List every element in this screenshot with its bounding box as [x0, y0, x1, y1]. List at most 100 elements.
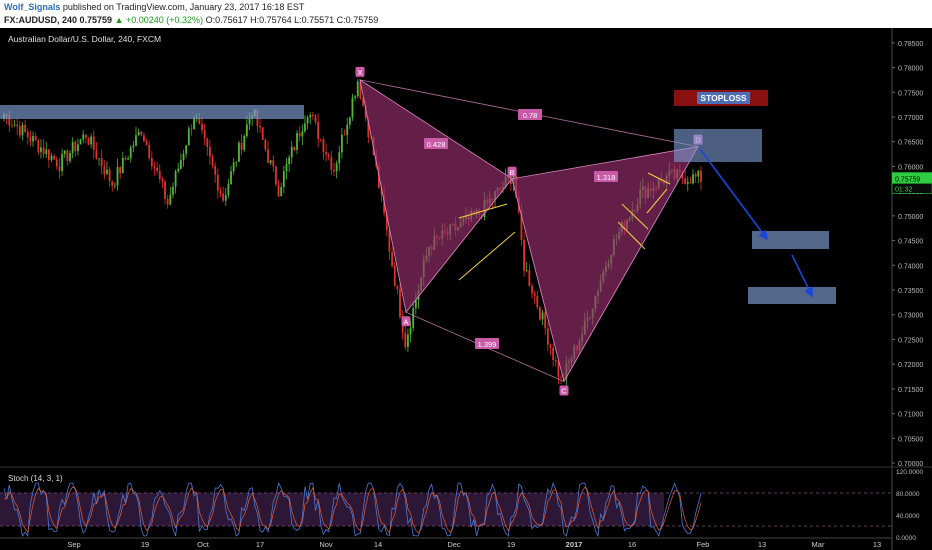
candle-body: [230, 171, 232, 185]
price-tick-label: 0.70000: [898, 461, 923, 468]
trend-line: [458, 231, 516, 281]
candle-body: [100, 158, 103, 167]
candle-body: [177, 168, 180, 172]
candle-body: [700, 170, 702, 182]
candle-body: [319, 138, 322, 140]
candle-body: [106, 169, 108, 175]
candle-body: [32, 135, 34, 142]
resistance-zone: [0, 105, 304, 119]
candle-body: [238, 142, 240, 162]
candle-body: [214, 165, 217, 175]
candle-body: [53, 155, 56, 160]
candle-body: [61, 154, 63, 172]
candle-body: [285, 163, 288, 172]
time-tick-label: 14: [374, 540, 382, 549]
price-tick-label: 0.71000: [898, 412, 923, 419]
candle-body: [259, 126, 261, 128]
candle-body: [87, 137, 90, 145]
candle-body: [267, 149, 269, 163]
ratio-tag-3: 1.318: [597, 173, 616, 182]
candle-body: [24, 125, 27, 132]
chart-area[interactable]: 0.4280.781.3181.399XABCD Australian Doll…: [0, 28, 932, 550]
ratio-tag-1: 0.428: [427, 140, 446, 149]
candle-body: [330, 157, 333, 170]
candle-body: [689, 182, 692, 184]
candle-body: [222, 193, 225, 201]
candle-body: [66, 150, 69, 162]
candle-body: [34, 135, 37, 141]
candle-body: [209, 147, 211, 157]
candle-body: [536, 295, 539, 308]
candle-body: [203, 130, 206, 139]
candle-body: [26, 131, 29, 138]
price-tick-label: 0.76000: [898, 164, 923, 171]
symbol-label: FX:AUDUSD, 240: [4, 15, 78, 25]
candle-body: [169, 194, 172, 205]
candle-body: [153, 166, 156, 168]
candle-body: [121, 157, 124, 174]
price-tick-label: 0.78000: [898, 66, 923, 73]
candle-body: [90, 136, 93, 145]
ratio-tag-4: 1.399: [478, 340, 497, 349]
candle-body: [179, 159, 182, 169]
candle-body: [544, 312, 547, 329]
candle-body: [325, 152, 327, 155]
point-label-a: A: [403, 317, 408, 326]
candle-body: [232, 162, 235, 172]
candle-body: [58, 166, 61, 172]
candle-body: [206, 138, 209, 148]
candle-body: [399, 288, 401, 318]
candle-body: [13, 124, 16, 126]
candle-body: [404, 333, 407, 347]
candle-body: [692, 174, 694, 184]
candle-body: [185, 145, 188, 154]
time-tick-label: 19: [141, 540, 149, 549]
candle-body: [301, 131, 304, 137]
price-tick-label: 0.70500: [898, 436, 923, 443]
point-label-b: B: [509, 168, 514, 177]
candle-body: [528, 270, 531, 287]
pattern-xab-triangle: [359, 79, 513, 314]
price-tick-label: 0.78500: [898, 41, 923, 48]
candle-body: [29, 137, 32, 142]
candle-body: [98, 158, 100, 160]
ohlc-text: O:0.75617 H:0.75764 L:0.75571 C:0.75759: [205, 15, 379, 25]
candle-body: [172, 186, 174, 195]
candle-body: [409, 327, 412, 335]
candle-body: [348, 117, 351, 125]
stoch-tick-label: 0.0000: [896, 535, 916, 542]
chart-title: Australian Dollar/U.S. Dollar, 240, FXCM: [8, 34, 161, 44]
author-link[interactable]: Wolf_Signals: [4, 2, 60, 12]
candle-body: [277, 184, 280, 197]
chart-svg[interactable]: 0.4280.781.3181.399XABCD Australian Doll…: [0, 28, 932, 550]
candle-body: [539, 307, 541, 320]
time-tick-label: Dec: [447, 540, 461, 549]
candle-body: [243, 136, 246, 150]
candle-body: [684, 178, 687, 184]
candle-body: [113, 185, 116, 187]
candle-body: [111, 181, 114, 187]
candle-body: [333, 169, 335, 172]
candle-body: [116, 167, 119, 186]
change-text: ▲ +0.00240 (+0.32%): [114, 15, 204, 25]
candle-body: [341, 134, 343, 153]
candle-body: [156, 167, 159, 171]
time-tick-label: Mar: [812, 540, 825, 549]
candle-body: [686, 182, 689, 184]
stoch-title: Stoch (14, 3, 1): [8, 474, 63, 483]
candle-body: [396, 286, 399, 289]
candle-body: [11, 125, 13, 127]
candle-body: [288, 157, 291, 164]
candle-body: [42, 147, 45, 155]
price-tick-label: 0.75000: [898, 214, 923, 221]
candle-body: [190, 128, 193, 130]
candle-body: [272, 160, 275, 167]
ratio-tag-2: 0.78: [523, 111, 538, 120]
candle-body: [296, 133, 298, 150]
candle-body: [694, 174, 697, 177]
candle-body: [335, 163, 338, 172]
price-tick-label: 0.73000: [898, 313, 923, 320]
candle-body: [351, 97, 354, 118]
chart-header: Wolf_Signals published on TradingView.co…: [0, 0, 932, 28]
candle-body: [549, 344, 552, 348]
